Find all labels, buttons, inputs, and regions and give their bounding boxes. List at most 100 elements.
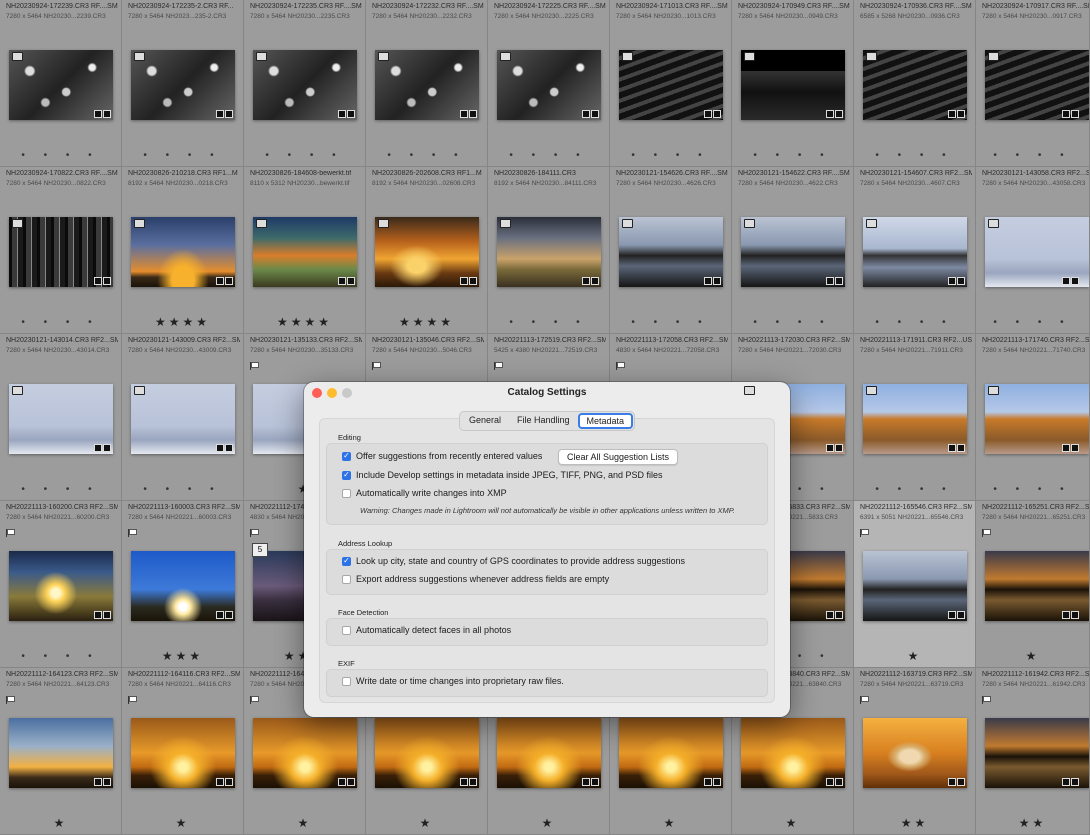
develop-badge-icon[interactable] bbox=[1071, 110, 1079, 118]
metadata-badge-icon[interactable] bbox=[94, 611, 102, 619]
develop-badge-icon[interactable] bbox=[713, 778, 721, 786]
photo-cell[interactable]: NH20230121-143009.CR3 RF2...SM 7280 x 546… bbox=[122, 334, 244, 501]
metadata-badge-icon[interactable] bbox=[948, 444, 956, 452]
metadata-badge-icon[interactable] bbox=[826, 110, 834, 118]
star-rating-empty[interactable]: • • • • bbox=[0, 150, 121, 161]
develop-badge-icon[interactable] bbox=[347, 277, 355, 285]
develop-badge-icon[interactable] bbox=[1071, 277, 1079, 285]
photo-cell[interactable]: NH20230924-170949.CR3 RF....SM 7280 x 546… bbox=[732, 0, 854, 167]
photo-cell[interactable]: NH20221112-163719.CR3 RF2...SM 7280 x 546… bbox=[854, 668, 976, 835]
photo-cell[interactable]: NH20221113-160003.CR3 RF2...SM 7280 x 546… bbox=[122, 501, 244, 668]
metadata-badge-icon[interactable] bbox=[1062, 611, 1070, 619]
metadata-badge-icon[interactable] bbox=[338, 110, 346, 118]
develop-badge-icon[interactable] bbox=[103, 444, 111, 452]
photo-cell[interactable]: NH20221112-165546.CR3 RF2...SM 6391 x 505… bbox=[854, 501, 976, 668]
star-rating[interactable]: ★★★★ bbox=[244, 315, 365, 329]
pick-flag-icon[interactable] bbox=[6, 529, 15, 537]
develop-badge-icon[interactable] bbox=[347, 778, 355, 786]
star-rating[interactable]: ★ bbox=[488, 816, 609, 830]
star-rating[interactable]: ★ bbox=[0, 816, 121, 830]
develop-badge-icon[interactable] bbox=[835, 778, 843, 786]
star-rating-empty[interactable]: • • • • bbox=[854, 484, 975, 495]
metadata-badge-icon[interactable] bbox=[460, 110, 468, 118]
photo-cell[interactable]: NH20230924-172239.CR3 RF....SM 7280 x 546… bbox=[0, 0, 122, 167]
photo-cell[interactable]: NH20230121-154622.CR3 RF....SM 7280 x 546… bbox=[732, 167, 854, 334]
tab-file-handling[interactable]: File Handling bbox=[509, 413, 578, 429]
star-rating[interactable]: ★ bbox=[366, 816, 487, 830]
develop-badge-icon[interactable] bbox=[835, 611, 843, 619]
develop-badge-icon[interactable] bbox=[1071, 611, 1079, 619]
star-rating-empty[interactable]: • • • • bbox=[732, 150, 853, 161]
star-rating-empty[interactable]: • • • • bbox=[244, 150, 365, 161]
metadata-badge-icon[interactable] bbox=[94, 444, 102, 452]
metadata-badge-icon[interactable] bbox=[826, 277, 834, 285]
star-rating-empty[interactable]: • • • • bbox=[0, 651, 121, 662]
checkbox-write-date[interactable] bbox=[342, 676, 351, 686]
develop-badge-icon[interactable] bbox=[591, 778, 599, 786]
develop-badge-icon[interactable] bbox=[225, 778, 233, 786]
develop-badge-icon[interactable] bbox=[591, 277, 599, 285]
metadata-badge-icon[interactable] bbox=[1062, 778, 1070, 786]
pick-flag-icon[interactable] bbox=[860, 529, 869, 537]
checkbox-auto-write-xmp[interactable] bbox=[342, 488, 351, 498]
pick-flag-icon[interactable] bbox=[982, 529, 991, 537]
star-rating-empty[interactable]: • • • • bbox=[854, 150, 975, 161]
star-rating[interactable]: ★ bbox=[854, 649, 975, 663]
photo-cell[interactable]: NH20221112-161942.CR3 RF2...SM 7280 x 546… bbox=[976, 668, 1090, 835]
develop-badge-icon[interactable] bbox=[1071, 778, 1079, 786]
develop-badge-icon[interactable] bbox=[103, 110, 111, 118]
photo-cell[interactable]: NH20221112-164123.CR3 RF2...SM 7280 x 546… bbox=[0, 668, 122, 835]
photo-cell[interactable]: NH20230924-170917.CR3 RF....SM 7280 x 546… bbox=[976, 0, 1090, 167]
photo-cell[interactable]: NH20230826-202608.CR3 RF1...M 8192 x 5464… bbox=[366, 167, 488, 334]
star-rating[interactable]: ★ bbox=[244, 816, 365, 830]
develop-badge-icon[interactable] bbox=[713, 110, 721, 118]
photo-cell[interactable]: NH20230826-184111.CR3 8192 x 5464 NH20230… bbox=[488, 167, 610, 334]
star-rating-empty[interactable]: • • • • bbox=[732, 317, 853, 328]
photo-cell[interactable]: NH20230924-172235.CR3 RF....SM 7280 x 546… bbox=[244, 0, 366, 167]
develop-badge-icon[interactable] bbox=[225, 611, 233, 619]
metadata-badge-icon[interactable] bbox=[826, 611, 834, 619]
metadata-badge-icon[interactable] bbox=[704, 778, 712, 786]
star-rating[interactable]: ★ bbox=[610, 816, 731, 830]
pick-flag-icon[interactable] bbox=[860, 696, 869, 704]
star-rating-empty[interactable]: • • • • bbox=[122, 150, 243, 161]
photo-cell[interactable]: NH20230121-154626.CR3 RF....SM 7280 x 546… bbox=[610, 167, 732, 334]
star-rating-empty[interactable]: • • • • bbox=[610, 317, 731, 328]
metadata-badge-icon[interactable] bbox=[216, 277, 224, 285]
star-rating[interactable]: ★★★★ bbox=[122, 315, 243, 329]
option-export-address[interactable]: Export address suggestions whenever addr… bbox=[342, 574, 609, 584]
develop-badge-icon[interactable] bbox=[957, 110, 965, 118]
metadata-badge-icon[interactable] bbox=[826, 444, 834, 452]
metadata-badge-icon[interactable] bbox=[704, 110, 712, 118]
metadata-badge-icon[interactable] bbox=[1062, 444, 1070, 452]
develop-badge-icon[interactable] bbox=[591, 110, 599, 118]
pick-flag-icon[interactable] bbox=[128, 696, 137, 704]
develop-badge-icon[interactable] bbox=[225, 444, 233, 452]
develop-badge-icon[interactable] bbox=[835, 110, 843, 118]
pick-flag-icon[interactable] bbox=[616, 362, 625, 370]
photo-cell[interactable]: NH20230924-172225.CR3 RF....SM 7280 x 546… bbox=[488, 0, 610, 167]
pick-flag-icon[interactable] bbox=[6, 696, 15, 704]
metadata-badge-icon[interactable] bbox=[216, 110, 224, 118]
star-rating-empty[interactable]: • • • • bbox=[854, 317, 975, 328]
star-rating[interactable]: ★★ bbox=[976, 816, 1089, 830]
star-rating-empty[interactable]: • • • • bbox=[610, 150, 731, 161]
photo-cell[interactable]: NH20230826-184608-bewerkt.tif 8110 x 5312… bbox=[244, 167, 366, 334]
star-rating[interactable]: ★★★★ bbox=[366, 315, 487, 329]
develop-badge-icon[interactable] bbox=[835, 277, 843, 285]
dialog-titlebar[interactable]: Catalog Settings bbox=[304, 382, 790, 404]
photo-cell[interactable]: NH20221113-160200.CR3 RF2...SM 7280 x 546… bbox=[0, 501, 122, 668]
pick-flag-icon[interactable] bbox=[372, 362, 381, 370]
photo-cell[interactable]: NH20221112-164116.CR3 RF2...SM 7280 x 546… bbox=[122, 668, 244, 835]
develop-badge-icon[interactable] bbox=[1071, 444, 1079, 452]
checkbox-lookup-gps[interactable]: ✓ bbox=[342, 556, 351, 566]
star-rating-empty[interactable]: • • • • bbox=[0, 317, 121, 328]
star-rating-empty[interactable]: • • • • bbox=[976, 484, 1089, 495]
metadata-badge-icon[interactable] bbox=[1062, 110, 1070, 118]
photo-cell[interactable]: NH20230121-154607.CR3 RF2...SM 7280 x 546… bbox=[854, 167, 976, 334]
checkbox-detect-faces[interactable] bbox=[342, 625, 351, 635]
star-rating-empty[interactable]: • • • • bbox=[122, 484, 243, 495]
develop-badge-icon[interactable] bbox=[469, 277, 477, 285]
develop-badge-icon[interactable] bbox=[347, 110, 355, 118]
develop-badge-icon[interactable] bbox=[103, 277, 111, 285]
